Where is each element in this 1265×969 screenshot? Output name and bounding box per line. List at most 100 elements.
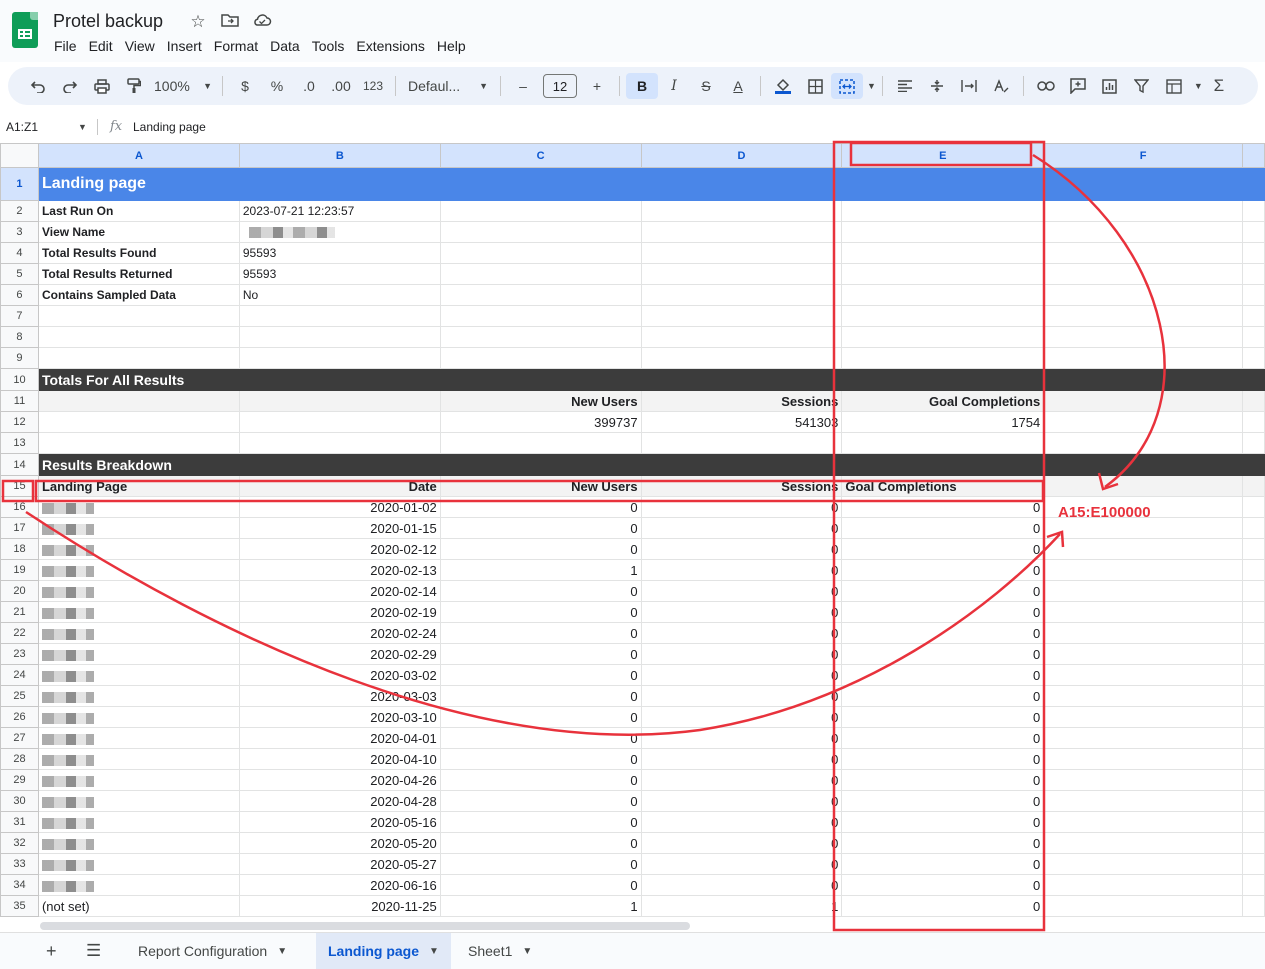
cell-b5[interactable]: 95593 <box>238 263 441 285</box>
cell-d35[interactable]: 1 <box>640 895 843 917</box>
chevron-down-icon[interactable]: ▼ <box>867 81 876 91</box>
row-header[interactable]: 30 <box>0 790 39 812</box>
undo-icon[interactable] <box>22 73 54 99</box>
cell-g32[interactable] <box>1241 832 1265 854</box>
row-header[interactable]: 22 <box>0 622 39 644</box>
cell-a8[interactable] <box>37 326 240 348</box>
cell-b34[interactable]: 2020-06-16 <box>238 874 441 896</box>
cell-b29[interactable]: 2020-04-26 <box>238 769 441 791</box>
tab-sheet1[interactable]: Sheet1 ▼ <box>456 933 544 969</box>
menu-tools[interactable]: Tools <box>312 38 357 54</box>
cell-b8[interactable] <box>238 326 441 348</box>
cell-b17[interactable]: 2020-01-15 <box>238 517 441 539</box>
cell-b6[interactable]: No <box>238 284 441 306</box>
cell-d20[interactable]: 0 <box>640 580 843 602</box>
cell-d6[interactable] <box>640 284 843 306</box>
cell-a30[interactable] <box>37 790 240 812</box>
italic-button[interactable]: I <box>658 73 690 99</box>
cell-g13[interactable] <box>1241 432 1265 454</box>
name-box[interactable]: A1:Z1 <box>6 120 38 134</box>
cell-d3[interactable] <box>640 221 843 243</box>
cell-g31[interactable] <box>1241 811 1265 833</box>
cell-f10[interactable] <box>1043 368 1243 391</box>
cell-c35[interactable]: 1 <box>439 895 642 917</box>
cell-f31[interactable] <box>1043 811 1243 833</box>
cell-d14[interactable] <box>640 453 843 476</box>
row-header[interactable]: 16 <box>0 496 39 518</box>
cell-c8[interactable] <box>439 326 642 348</box>
cell-e8[interactable] <box>841 326 1045 348</box>
paint-format-icon[interactable] <box>118 73 150 99</box>
cell-d19[interactable]: 0 <box>640 559 843 581</box>
cell-g27[interactable] <box>1241 727 1265 749</box>
cell-d26[interactable]: 0 <box>640 706 843 728</box>
cell-f33[interactable] <box>1043 853 1243 875</box>
cell-e14[interactable] <box>841 453 1045 476</box>
cell-e21[interactable]: 0 <box>841 601 1045 623</box>
redo-icon[interactable] <box>54 73 86 99</box>
cell-d4[interactable] <box>640 242 843 264</box>
cell-a13[interactable] <box>37 432 240 454</box>
chevron-down-icon[interactable]: ▼ <box>429 946 439 957</box>
cell-c12[interactable]: 399737 <box>439 411 642 433</box>
row-header[interactable]: 9 <box>0 347 39 369</box>
cell-g25[interactable] <box>1241 685 1265 707</box>
menu-help[interactable]: Help <box>437 38 478 54</box>
cell-e23[interactable]: 0 <box>841 643 1045 665</box>
cell-c11[interactable]: New Users <box>439 390 642 412</box>
cell-b31[interactable]: 2020-05-16 <box>238 811 441 833</box>
cell-a11[interactable] <box>37 390 240 412</box>
cell-c23[interactable]: 0 <box>439 643 642 665</box>
cell-b1[interactable] <box>238 167 441 201</box>
functions-icon[interactable]: Σ <box>1203 73 1235 99</box>
cell-a10[interactable]: Totals For All Results <box>37 368 240 391</box>
cell-f22[interactable] <box>1043 622 1243 644</box>
cell-c5[interactable] <box>439 263 642 285</box>
menu-data[interactable]: Data <box>270 38 312 54</box>
row-header[interactable]: 35 <box>0 895 39 917</box>
cell-a20[interactable] <box>37 580 240 602</box>
text-rotation-icon[interactable] <box>985 73 1017 99</box>
cell-b27[interactable]: 2020-04-01 <box>238 727 441 749</box>
row-header[interactable]: 32 <box>0 832 39 854</box>
insert-link-icon[interactable] <box>1030 73 1062 99</box>
borders-icon[interactable] <box>799 73 831 99</box>
select-all-corner[interactable] <box>0 143 39 168</box>
cell-g1[interactable] <box>1241 167 1265 201</box>
cell-d8[interactable] <box>640 326 843 348</box>
menu-edit[interactable]: Edit <box>89 38 125 54</box>
column-header-g[interactable] <box>1241 143 1265 168</box>
cell-a6[interactable]: Contains Sampled Data <box>37 284 240 306</box>
cell-b28[interactable]: 2020-04-10 <box>238 748 441 770</box>
cell-a34[interactable] <box>37 874 240 896</box>
cell-f19[interactable] <box>1043 559 1243 581</box>
tab-report-configuration[interactable]: Report Configuration ▼ <box>126 933 299 969</box>
row-header[interactable]: 24 <box>0 664 39 686</box>
cell-c34[interactable]: 0 <box>439 874 642 896</box>
cell-a14[interactable]: Results Breakdown <box>37 453 240 476</box>
cell-d28[interactable]: 0 <box>640 748 843 770</box>
menu-insert[interactable]: Insert <box>167 38 214 54</box>
cell-f29[interactable] <box>1043 769 1243 791</box>
cell-b23[interactable]: 2020-02-29 <box>238 643 441 665</box>
cell-b26[interactable]: 2020-03-10 <box>238 706 441 728</box>
column-header-f[interactable]: F <box>1043 143 1243 168</box>
cell-f23[interactable] <box>1043 643 1243 665</box>
column-header-a[interactable]: A <box>37 143 240 168</box>
cell-c24[interactable]: 0 <box>439 664 642 686</box>
cell-a29[interactable] <box>37 769 240 791</box>
cell-b30[interactable]: 2020-04-28 <box>238 790 441 812</box>
row-header[interactable]: 21 <box>0 601 39 623</box>
row-header[interactable]: 14 <box>0 453 39 476</box>
cell-d5[interactable] <box>640 263 843 285</box>
cell-d30[interactable]: 0 <box>640 790 843 812</box>
chevron-down-icon[interactable]: ▼ <box>522 946 532 957</box>
row-header[interactable]: 34 <box>0 874 39 896</box>
cell-a2[interactable]: Last Run On <box>37 200 240 222</box>
cell-c18[interactable]: 0 <box>439 538 642 560</box>
cell-d24[interactable]: 0 <box>640 664 843 686</box>
cell-f2[interactable] <box>1043 200 1243 222</box>
row-header[interactable]: 1 <box>0 167 39 201</box>
row-header[interactable]: 27 <box>0 727 39 749</box>
cell-g10[interactable] <box>1241 368 1265 391</box>
